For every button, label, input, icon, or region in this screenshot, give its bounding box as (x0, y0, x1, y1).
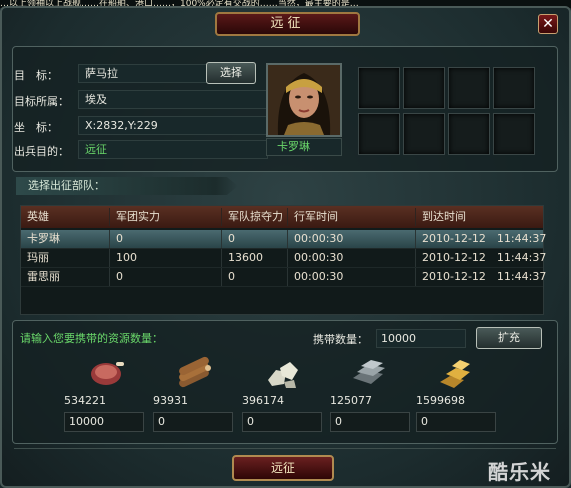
gold-amount: 1599698 (416, 394, 465, 407)
stone-amount: 396174 (242, 394, 284, 407)
row-march: 00:00:30 (287, 249, 415, 267)
hero-portrait[interactable] (266, 63, 342, 137)
hero-name: 卡罗琳 (266, 138, 342, 156)
expedition-go-button[interactable]: 远征 (232, 455, 334, 481)
select-target-button[interactable]: 选择 (206, 62, 256, 84)
wood-input[interactable]: 0 (153, 412, 233, 432)
row-march: 00:00:30 (287, 230, 415, 248)
carry-label: 携带数量： (313, 333, 368, 346)
purpose-value: 远征 (78, 140, 268, 159)
owner-label: 目标所属： (14, 95, 69, 108)
choose-troops-heading: 选择出征部队： (16, 177, 238, 195)
meat-icon (86, 356, 126, 390)
troop-table: 英雄 军团实力 军队掠夺力 行军时间 到达时间 卡罗琳 0 0 00:00:30… (20, 205, 546, 315)
meat-input[interactable]: 10000 (64, 412, 144, 432)
col-strength: 军团实力 (109, 208, 221, 226)
stone-input[interactable]: 0 (242, 412, 322, 432)
resource-prompt: 请输入您要携带的资源数量： (20, 332, 163, 345)
row-arrive: 2010-12-12 11:44:37 (415, 268, 546, 286)
carry-value: 10000 (376, 329, 466, 348)
gold-input[interactable]: 0 (416, 412, 496, 432)
row-strength: 0 (109, 268, 221, 286)
expand-button[interactable]: 扩充 (476, 327, 542, 349)
row-strength: 100 (109, 249, 221, 267)
table-row[interactable]: 卡罗琳 0 0 00:00:30 2010-12-12 11:44:37 (21, 230, 546, 249)
row-plunder: 0 (221, 230, 287, 248)
owner-row: 目标所属： 埃及 (14, 90, 268, 110)
stone-icon (262, 356, 302, 390)
owner-value: 埃及 (78, 90, 268, 109)
row-plunder: 13600 (221, 249, 287, 267)
close-button[interactable]: ✕ (538, 14, 558, 34)
row-hero: 雷思丽 (27, 270, 60, 283)
bottom-divider (14, 448, 556, 449)
col-arrive-time: 到达时间 (415, 208, 543, 226)
table-header: 英雄 军团实力 军队掠夺力 行军时间 到达时间 (21, 206, 543, 228)
equipment-slot[interactable] (493, 67, 535, 109)
target-label: 目 标： (14, 69, 58, 82)
col-march-time: 行军时间 (287, 208, 415, 226)
equipment-slot[interactable] (448, 113, 490, 155)
iron-amount: 125077 (330, 394, 372, 407)
row-arrive: 2010-12-12 11:44:37 (415, 249, 546, 267)
coord-value: X:2832,Y:229 (78, 116, 268, 135)
row-hero: 卡罗琳 (27, 232, 60, 245)
equipment-slot[interactable] (448, 67, 490, 109)
wood-icon (174, 356, 214, 390)
watermark: 酷乐米 (488, 460, 551, 484)
hero-portrait-icon (268, 65, 340, 135)
table-row[interactable]: 玛丽 100 13600 00:00:30 2010-12-12 11:44:3… (21, 249, 546, 268)
close-icon: ✕ (542, 16, 554, 32)
equipment-slot[interactable] (403, 113, 445, 155)
iron-input[interactable]: 0 (330, 412, 410, 432)
equipment-slot[interactable] (358, 113, 400, 155)
purpose-row: 出兵目的： 远征 (14, 140, 268, 160)
equipment-slot[interactable] (493, 113, 535, 155)
iron-icon (349, 356, 389, 390)
row-strength: 0 (109, 230, 221, 248)
col-hero: 英雄 (27, 210, 49, 223)
window-title: 远征 (215, 12, 360, 36)
meat-amount: 534221 (64, 394, 106, 407)
row-arrive: 2010-12-12 11:44:37 (415, 230, 546, 248)
col-plunder: 军队掠夺力 (221, 208, 287, 226)
row-march: 00:00:30 (287, 268, 415, 286)
table-row[interactable]: 雷思丽 0 0 00:00:30 2010-12-12 11:44:37 (21, 268, 546, 287)
row-hero: 玛丽 (27, 251, 49, 264)
coord-label: 坐 标： (14, 121, 58, 134)
row-plunder: 0 (221, 268, 287, 286)
purpose-label: 出兵目的： (14, 145, 69, 158)
gold-icon (436, 356, 476, 390)
equipment-slot[interactable] (403, 67, 445, 109)
wood-amount: 93931 (153, 394, 188, 407)
coord-row: 坐 标： X:2832,Y:229 (14, 116, 268, 136)
equipment-slot[interactable] (358, 67, 400, 109)
